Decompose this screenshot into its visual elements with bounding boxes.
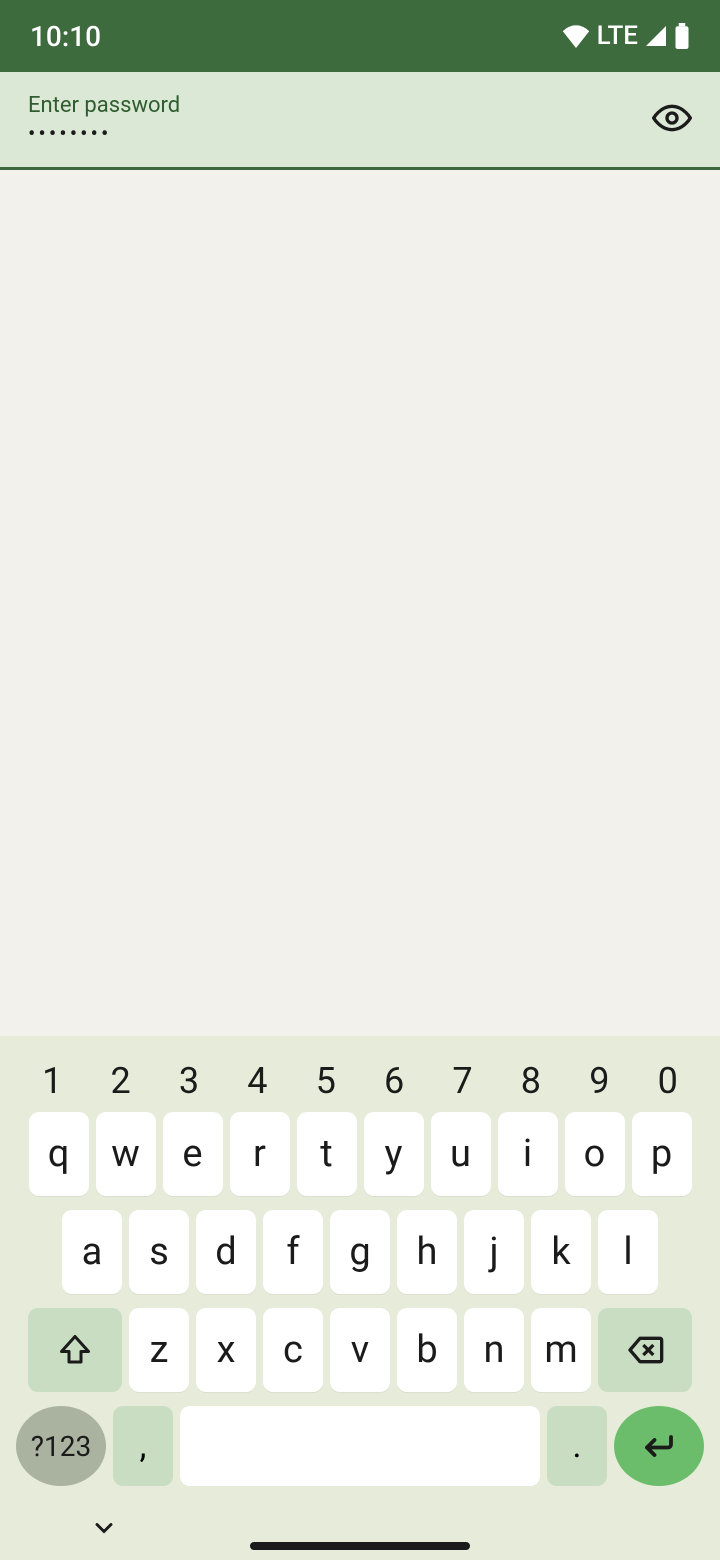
home-indicator[interactable] bbox=[250, 1542, 470, 1550]
signal-icon bbox=[644, 24, 668, 48]
key-7[interactable]: 7 bbox=[433, 1060, 493, 1102]
key-s[interactable]: s bbox=[129, 1210, 189, 1294]
key-i[interactable]: i bbox=[498, 1112, 558, 1196]
key-t[interactable]: t bbox=[297, 1112, 357, 1196]
status-bar: 10:10 LTE bbox=[0, 0, 720, 72]
key-v[interactable]: v bbox=[330, 1308, 390, 1392]
key-n[interactable]: n bbox=[464, 1308, 524, 1392]
key-4[interactable]: 4 bbox=[227, 1060, 287, 1102]
status-time: 10:10 bbox=[30, 20, 101, 53]
row-zxcv: z x c v b n m bbox=[0, 1308, 720, 1392]
enter-key[interactable] bbox=[614, 1406, 704, 1486]
key-9[interactable]: 9 bbox=[569, 1060, 629, 1102]
password-value: •••••••• bbox=[28, 122, 692, 147]
shift-key[interactable] bbox=[28, 1308, 122, 1392]
key-5[interactable]: 5 bbox=[296, 1060, 356, 1102]
shift-icon bbox=[57, 1332, 93, 1368]
keyboard: 1 2 3 4 5 6 7 8 9 0 q w e r t y u i o p … bbox=[0, 1036, 720, 1560]
key-u[interactable]: u bbox=[431, 1112, 491, 1196]
key-q[interactable]: q bbox=[29, 1112, 89, 1196]
key-l[interactable]: l bbox=[598, 1210, 658, 1294]
key-2[interactable]: 2 bbox=[91, 1060, 151, 1102]
row-asdf: a s d f g h j k l bbox=[0, 1210, 720, 1294]
key-3[interactable]: 3 bbox=[159, 1060, 219, 1102]
key-d[interactable]: d bbox=[196, 1210, 256, 1294]
wifi-icon bbox=[561, 24, 591, 48]
key-0[interactable]: 0 bbox=[638, 1060, 698, 1102]
comma-key[interactable]: , bbox=[113, 1406, 173, 1486]
key-b[interactable]: b bbox=[397, 1308, 457, 1392]
key-m[interactable]: m bbox=[531, 1308, 591, 1392]
key-z[interactable]: z bbox=[129, 1308, 189, 1392]
password-field[interactable]: Enter password •••••••• bbox=[0, 72, 720, 170]
number-row: 1 2 3 4 5 6 7 8 9 0 bbox=[0, 1048, 720, 1112]
symbols-key[interactable]: ?123 bbox=[16, 1406, 106, 1486]
backspace-icon bbox=[625, 1330, 665, 1370]
period-key[interactable]: . bbox=[547, 1406, 607, 1486]
key-f[interactable]: f bbox=[263, 1210, 323, 1294]
key-x[interactable]: x bbox=[196, 1308, 256, 1392]
key-g[interactable]: g bbox=[330, 1210, 390, 1294]
key-a[interactable]: a bbox=[62, 1210, 122, 1294]
key-8[interactable]: 8 bbox=[501, 1060, 561, 1102]
navigation-bar bbox=[0, 1500, 720, 1560]
key-y[interactable]: y bbox=[364, 1112, 424, 1196]
key-j[interactable]: j bbox=[464, 1210, 524, 1294]
status-right: LTE bbox=[561, 21, 690, 51]
row-bottom: ?123 , . bbox=[0, 1406, 720, 1500]
key-r[interactable]: r bbox=[230, 1112, 290, 1196]
key-p[interactable]: p bbox=[632, 1112, 692, 1196]
space-key[interactable] bbox=[180, 1406, 540, 1486]
key-h[interactable]: h bbox=[397, 1210, 457, 1294]
visibility-toggle-icon[interactable] bbox=[652, 98, 692, 142]
backspace-key[interactable] bbox=[598, 1308, 692, 1392]
battery-icon bbox=[674, 23, 690, 49]
hide-keyboard-icon[interactable] bbox=[90, 1514, 118, 1546]
row-qwerty: q w e r t y u i o p bbox=[0, 1112, 720, 1196]
key-o[interactable]: o bbox=[565, 1112, 625, 1196]
key-1[interactable]: 1 bbox=[22, 1060, 82, 1102]
key-c[interactable]: c bbox=[263, 1308, 323, 1392]
key-w[interactable]: w bbox=[96, 1112, 156, 1196]
key-k[interactable]: k bbox=[531, 1210, 591, 1294]
key-6[interactable]: 6 bbox=[364, 1060, 424, 1102]
key-e[interactable]: e bbox=[163, 1112, 223, 1196]
password-label: Enter password bbox=[28, 93, 692, 118]
network-label: LTE bbox=[597, 21, 638, 51]
content-area bbox=[0, 170, 720, 1036]
enter-icon bbox=[641, 1428, 677, 1464]
